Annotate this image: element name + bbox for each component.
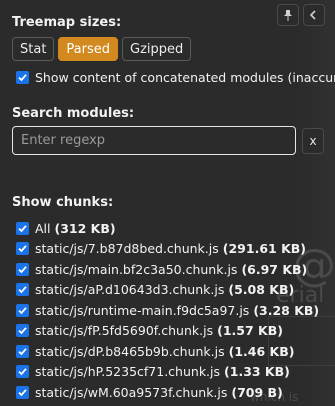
chunk-item[interactable]: static/js/fP.5fd5690f.chunk.js (1.57 KB) bbox=[16, 321, 319, 342]
chunk-size: (1.33 KB) bbox=[224, 364, 290, 380]
chunk-label: static/js/aP.d10643d3.chunk.js bbox=[35, 282, 225, 298]
check-icon bbox=[18, 347, 27, 356]
toggle-sidebar-button[interactable] bbox=[303, 4, 325, 26]
chunk-label: static/js/wM.60a9573f.chunk.js bbox=[35, 384, 228, 400]
chunk-item[interactable]: static/js/hP.5235cf71.chunk.js (1.33 KB) bbox=[16, 362, 319, 383]
sidebar-controls bbox=[277, 4, 325, 26]
sidebar-panel: @ erial which is Treemap sizes: Stat Par… bbox=[0, 0, 335, 406]
chunk-label: static/js/hP.5235cf71.chunk.js bbox=[35, 364, 221, 380]
chevron-icon bbox=[309, 10, 316, 20]
chunk-checkbox[interactable] bbox=[16, 283, 29, 297]
clear-search-button[interactable]: x bbox=[302, 127, 324, 154]
show-chunks-title: Show chunks: bbox=[12, 195, 114, 210]
parsed-button[interactable]: Parsed bbox=[58, 37, 119, 61]
check-icon bbox=[18, 327, 27, 335]
check-icon bbox=[18, 388, 27, 397]
check-icon bbox=[18, 306, 27, 315]
chunk-size: (312 KB) bbox=[54, 220, 116, 236]
chunk-size: (3.28 KB) bbox=[253, 302, 320, 318]
treemap-sizes-title: Treemap sizes: bbox=[12, 15, 122, 30]
chunk-item[interactable]: static/js/wM.60a9573f.chunk.js (709 B) bbox=[16, 382, 319, 403]
concatenated-modules-checkbox[interactable] bbox=[16, 71, 29, 84]
chunk-checkbox[interactable] bbox=[16, 303, 29, 317]
check-icon bbox=[18, 74, 27, 82]
chunk-label: static/js/7.b87d8bed.chunk.js bbox=[35, 241, 219, 257]
chunk-item[interactable]: static/js/7.b87d8bed.chunk.js (291.61 KB… bbox=[16, 239, 319, 260]
pin-icon bbox=[284, 10, 292, 21]
chunk-item[interactable]: static/js/aP.d10643d3.chunk.js (5.08 KB) bbox=[16, 280, 319, 301]
chunk-size: (1.46 KB) bbox=[228, 343, 295, 359]
chunk-list: All (312 KB) static/js/7.b87d8bed.chunk.… bbox=[16, 218, 319, 403]
chunk-checkbox[interactable] bbox=[16, 385, 29, 399]
chunk-label: static/js/dP.b8465b9b.chunk.js bbox=[35, 343, 225, 359]
search-input[interactable] bbox=[12, 126, 296, 155]
chunk-item[interactable]: static/js/runtime-main.f9dc5a97.js (3.28… bbox=[16, 300, 319, 321]
treemap-size-switcher: Stat Parsed Gzipped bbox=[12, 37, 192, 61]
chunk-size: (291.61 KB) bbox=[222, 241, 306, 257]
chunk-checkbox[interactable] bbox=[16, 365, 29, 379]
concatenated-modules-label: Show content of concatenated modules (in… bbox=[35, 70, 335, 85]
chunk-checkbox[interactable] bbox=[16, 324, 29, 338]
check-icon bbox=[18, 265, 27, 274]
chunk-checkbox[interactable] bbox=[16, 344, 29, 358]
gzipped-button[interactable]: Gzipped bbox=[122, 37, 192, 61]
chunk-item[interactable]: static/js/main.bf2c3a50.chunk.js (6.97 K… bbox=[16, 259, 319, 280]
search-row: x bbox=[12, 126, 324, 155]
chunk-item-all[interactable]: All (312 KB) bbox=[16, 218, 319, 239]
chunk-size: (709 B) bbox=[231, 384, 283, 400]
concatenated-modules-option[interactable]: Show content of concatenated modules (in… bbox=[16, 70, 335, 85]
pin-button[interactable] bbox=[277, 4, 299, 26]
chunk-label: static/js/fP.5fd5690f.chunk.js bbox=[35, 323, 214, 339]
check-icon bbox=[18, 224, 27, 233]
chunk-item[interactable]: static/js/dP.b8465b9b.chunk.js (1.46 KB) bbox=[16, 341, 319, 362]
chunk-label: All bbox=[35, 220, 51, 236]
check-icon bbox=[18, 245, 27, 253]
chunk-checkbox[interactable] bbox=[16, 242, 29, 256]
chunk-size: (1.57 KB) bbox=[217, 323, 283, 339]
chunk-label: static/js/runtime-main.f9dc5a97.js bbox=[35, 302, 250, 318]
stat-button[interactable]: Stat bbox=[12, 37, 55, 61]
search-modules-title: Search modules: bbox=[12, 106, 135, 121]
chunk-checkbox[interactable] bbox=[16, 262, 29, 276]
check-icon bbox=[18, 286, 27, 294]
chunk-label: static/js/main.bf2c3a50.chunk.js bbox=[35, 261, 238, 277]
chunk-size: (6.97 KB) bbox=[241, 261, 308, 277]
chunk-checkbox[interactable] bbox=[16, 221, 29, 235]
chunk-size: (5.08 KB) bbox=[228, 282, 295, 298]
check-icon bbox=[18, 368, 27, 376]
